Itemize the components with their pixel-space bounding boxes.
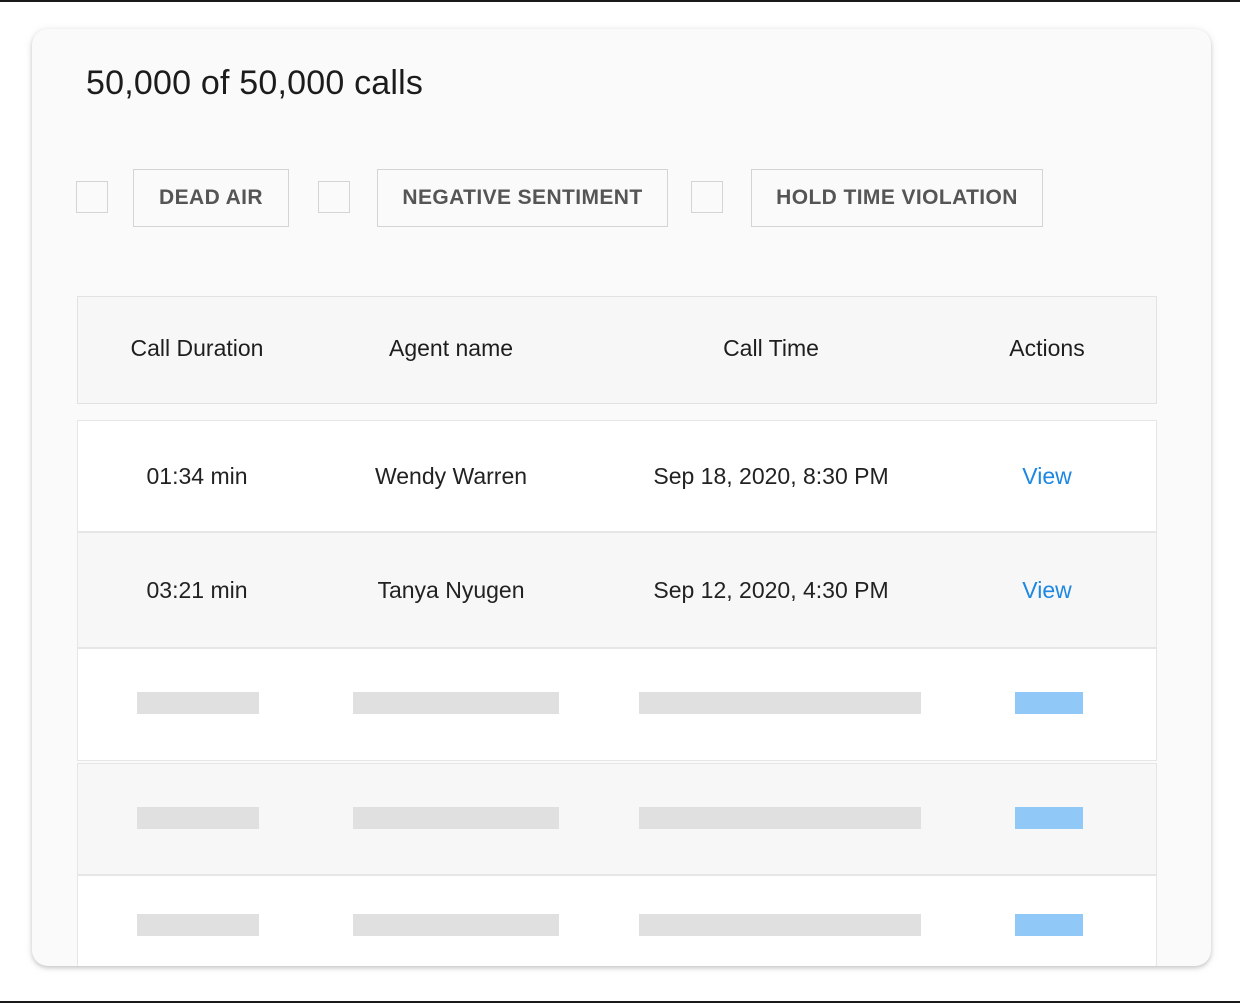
- skeleton-duration-placeholder: [137, 807, 259, 829]
- page-title: 50,000 of 50,000 calls: [86, 64, 424, 102]
- skeleton-agent-placeholder: [353, 914, 559, 936]
- agent-name-cell: Wendy Warren: [374, 463, 528, 489]
- table-header: Call Duration Agent name Call Time Actio…: [77, 296, 1157, 404]
- call-duration-cell: 01:34 min: [146, 463, 248, 489]
- column-header-call-duration[interactable]: Call Duration: [131, 333, 264, 363]
- view-link[interactable]: View: [1022, 575, 1071, 605]
- skeleton-duration-placeholder: [137, 692, 259, 714]
- skeleton-time-placeholder: [639, 692, 921, 714]
- call-time-cell: Sep 12, 2020, 4:30 PM: [653, 577, 889, 603]
- table-row: 03:21 min Tanya Nyugen Sep 12, 2020, 4:3…: [77, 532, 1157, 648]
- negative-sentiment-filter-button[interactable]: NEGATIVE SENTIMENT: [377, 169, 668, 227]
- skeleton-action-placeholder: [1015, 914, 1083, 936]
- skeleton-time-placeholder: [639, 914, 921, 936]
- calls-card: 50,000 of 50,000 calls DEAD AIR NEGATIVE…: [32, 29, 1211, 966]
- loading-row: [77, 763, 1157, 875]
- column-header-call-time[interactable]: Call Time: [723, 333, 819, 363]
- agent-name-cell: Tanya Nyugen: [377, 577, 525, 603]
- hold-time-violation-checkbox[interactable]: [691, 181, 723, 213]
- dead-air-filter-button[interactable]: DEAD AIR: [133, 169, 289, 227]
- skeleton-agent-placeholder: [353, 692, 559, 714]
- skeleton-time-placeholder: [639, 807, 921, 829]
- dead-air-checkbox[interactable]: [76, 181, 108, 213]
- frame-bottom-border: [0, 1001, 1240, 1003]
- table-row: 01:34 min Wendy Warren Sep 18, 2020, 8:3…: [77, 420, 1157, 532]
- view-link[interactable]: View: [1022, 461, 1071, 491]
- skeleton-agent-placeholder: [353, 807, 559, 829]
- column-header-actions: Actions: [1009, 335, 1085, 361]
- skeleton-duration-placeholder: [137, 914, 259, 936]
- hold-time-violation-filter-button[interactable]: HOLD TIME VIOLATION: [751, 169, 1043, 227]
- call-time-cell: Sep 18, 2020, 8:30 PM: [653, 463, 889, 489]
- loading-row: [77, 875, 1157, 966]
- negative-sentiment-checkbox[interactable]: [318, 181, 350, 213]
- frame-top-border: [0, 0, 1240, 2]
- loading-row: [77, 648, 1157, 761]
- call-duration-cell: 03:21 min: [146, 577, 248, 603]
- skeleton-action-placeholder: [1015, 692, 1083, 714]
- column-header-agent-name[interactable]: Agent name: [389, 333, 513, 363]
- skeleton-action-placeholder: [1015, 807, 1083, 829]
